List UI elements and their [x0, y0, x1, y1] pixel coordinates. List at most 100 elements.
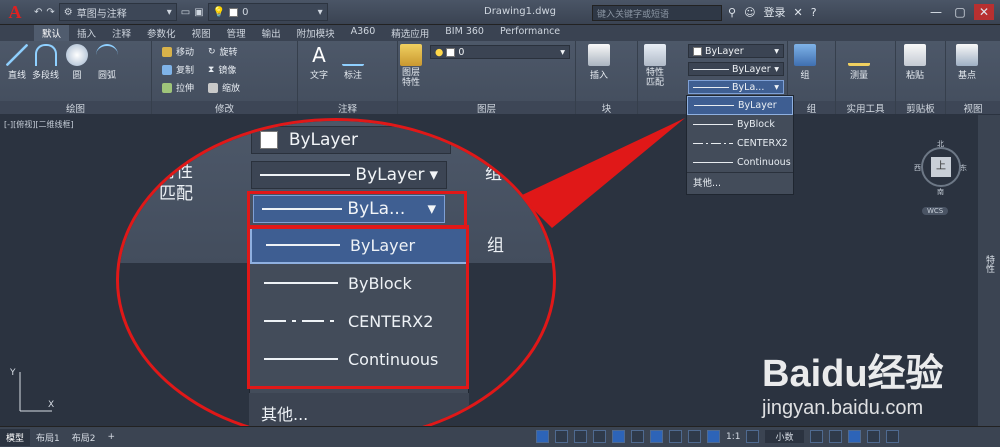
linetype-option-label: ByLayer	[738, 100, 777, 111]
customize-icon[interactable]	[885, 430, 899, 443]
mirror-button[interactable]: ⧗ 镜像	[208, 63, 236, 77]
layer-properties-button[interactable]: 图层 特性	[400, 44, 422, 88]
lineweight-combo[interactable]: ByLa... ▾	[688, 80, 784, 94]
draw-panel-title[interactable]: 绘图	[0, 101, 151, 115]
workspace-selector[interactable]: ⚙ 草图与注释 ▾	[58, 3, 177, 21]
tab-a360[interactable]: A360	[343, 25, 384, 41]
groups-panel-title[interactable]: 组	[788, 101, 835, 115]
save-icon[interactable]: ▣	[194, 7, 203, 18]
undo-icon[interactable]: ↶	[34, 7, 42, 18]
layer-combo[interactable]: ● 0 ▾	[430, 45, 570, 59]
application-menu-button[interactable]: A	[0, 0, 30, 25]
clean-screen-icon[interactable]	[866, 430, 880, 443]
insert-button[interactable]: 插入	[588, 44, 610, 81]
polyline-button[interactable]: 多段线	[32, 44, 59, 81]
zoom-other-option[interactable]: 其他...	[249, 393, 469, 429]
exchange-icon[interactable]: ✕	[794, 6, 803, 19]
tab-view[interactable]: 视图	[184, 25, 219, 41]
redo-icon[interactable]: ↷	[46, 7, 54, 18]
open-icon[interactable]: ▭	[181, 7, 190, 18]
dimension-button[interactable]: 标注	[342, 44, 364, 81]
tab-output[interactable]: 输出	[254, 25, 289, 41]
login-button[interactable]: 登录	[764, 4, 786, 20]
paste-button[interactable]: 粘贴	[904, 44, 926, 81]
linetype-combo[interactable]: ByLayer ▾	[688, 62, 784, 76]
search-input[interactable]: 键入关键字或短语	[592, 5, 722, 21]
move-button[interactable]: 移动	[162, 45, 194, 58]
text-button[interactable]: A 文字	[308, 44, 330, 81]
tab-layout1[interactable]: 布局1	[30, 429, 66, 446]
zoom-linetype-combo[interactable]: ByLayer ▾	[251, 161, 447, 189]
osnap-toggle-icon[interactable]	[612, 430, 625, 443]
tab-parametric[interactable]: 参数化	[139, 25, 184, 41]
viewcube-east[interactable]: 东	[960, 163, 967, 173]
line-button[interactable]: 直线	[6, 44, 28, 81]
viewcube-south[interactable]: 南	[937, 187, 944, 197]
transparency-toggle-icon[interactable]	[688, 430, 701, 443]
minimize-icon[interactable]: —	[926, 4, 946, 20]
tab-default[interactable]: 默认	[34, 25, 70, 41]
tab-layout2[interactable]: 布局2	[66, 429, 102, 446]
dynamic-input-icon[interactable]	[650, 430, 663, 443]
restore-icon[interactable]: ▢	[950, 4, 970, 20]
tab-model[interactable]: 模型	[0, 428, 31, 446]
polar-toggle-icon[interactable]	[593, 430, 606, 443]
close-icon[interactable]: ✕	[974, 4, 994, 20]
match-properties-button[interactable]: 特性 匹配	[644, 44, 666, 88]
tab-annotate[interactable]: 注释	[104, 25, 139, 41]
ribbon-tabs: 默认 插入 注释 参数化 视图 管理 输出 附加模块 A360 精选应用 BIM…	[0, 25, 1000, 41]
quick-properties-icon[interactable]	[809, 430, 823, 443]
stretch-button[interactable]: 拉伸	[162, 81, 194, 94]
tab-featured-apps[interactable]: 精选应用	[383, 25, 437, 41]
rotate-button[interactable]: ↻ 旋转	[208, 45, 238, 59]
modify-panel-title[interactable]: 修改	[152, 101, 297, 115]
wcs-menu[interactable]: WCS	[922, 207, 949, 215]
ortho-toggle-icon[interactable]	[574, 430, 587, 443]
zoom-color-value: ByLayer	[288, 130, 358, 150]
user-icon[interactable]: ☺	[744, 6, 755, 19]
grid-toggle-icon[interactable]	[536, 430, 549, 443]
tab-insert[interactable]: 插入	[69, 25, 104, 41]
color-combo[interactable]: ByLayer ▾	[688, 44, 784, 58]
annotation-panel: A 文字 标注 注释	[298, 41, 398, 115]
snap-toggle-icon[interactable]	[555, 430, 568, 443]
otrack-toggle-icon[interactable]	[631, 430, 644, 443]
help-icon[interactable]: ?	[811, 6, 817, 19]
tab-manage[interactable]: 管理	[219, 25, 254, 41]
tab-performance[interactable]: Performance	[492, 25, 568, 41]
utilities-panel-title[interactable]: 实用工具	[836, 101, 895, 115]
linetype-option[interactable]: Continuous	[687, 153, 793, 172]
scale-button[interactable]: 缩放	[208, 81, 240, 94]
workspace-switch-icon[interactable]	[746, 430, 760, 443]
view-panel-title[interactable]: 视图	[946, 101, 1000, 115]
linetype-option[interactable]: CENTERX2	[687, 134, 793, 153]
annotation-visibility-icon[interactable]	[707, 430, 720, 443]
viewcube[interactable]: 上 北 南 东 西 WCS	[914, 139, 968, 219]
lineweight-toggle-icon[interactable]	[669, 430, 682, 443]
viewcube-north[interactable]: 北	[937, 139, 944, 149]
basepoint-button[interactable]: 基点	[956, 44, 978, 81]
linetype-option[interactable]: ByLayer	[687, 96, 793, 115]
tab-addins[interactable]: 附加模块	[289, 25, 343, 41]
add-layout-icon[interactable]: +	[101, 430, 121, 444]
tab-bim360[interactable]: BIM 360	[437, 25, 492, 41]
binoculars-icon[interactable]: ⚲	[728, 6, 736, 19]
circle-button[interactable]: 圆	[66, 44, 88, 81]
clipboard-panel-title[interactable]: 剪贴板	[896, 101, 945, 115]
units-selector[interactable]: 小数	[765, 430, 804, 443]
annotation-panel-title[interactable]: 注释	[298, 101, 397, 115]
annotation-scale[interactable]: 1:1	[726, 432, 740, 442]
arc-button[interactable]: 圆弧	[96, 44, 118, 81]
viewcube-west[interactable]: 西	[914, 163, 921, 173]
hardware-acceleration-icon[interactable]	[847, 430, 861, 443]
isolate-objects-icon[interactable]	[828, 430, 842, 443]
linetype-option[interactable]: ByBlock	[687, 115, 793, 134]
layer-quick-combo[interactable]: 💡 0 ▾	[207, 3, 328, 21]
group-button[interactable]: 组	[794, 44, 816, 81]
zoom-color-combo[interactable]: ByLayer	[251, 126, 451, 154]
copy-button[interactable]: 复制	[162, 63, 194, 76]
viewport-controls[interactable]: [-][俯视][二维线框]	[4, 119, 74, 130]
measure-button[interactable]: 测量	[848, 44, 870, 81]
linetype-other-option[interactable]: 其他...	[687, 172, 793, 191]
viewcube-top[interactable]: 上	[931, 157, 951, 177]
